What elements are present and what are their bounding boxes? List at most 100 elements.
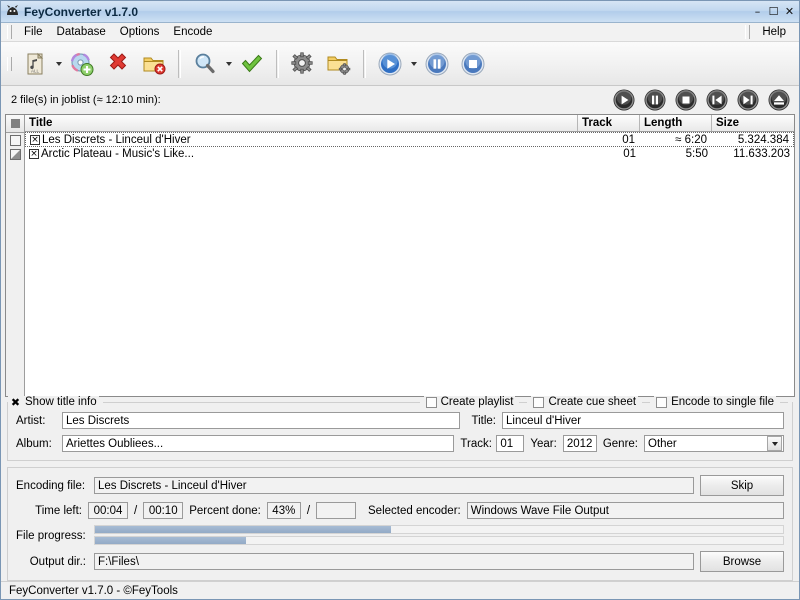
encode-button[interactable]: [372, 46, 408, 82]
selected-encoder-label: Selected encoder:: [368, 504, 461, 517]
file-progress-label: File progress:: [16, 530, 86, 542]
pause-encode-button[interactable]: [419, 46, 455, 82]
artist-title-row: Artist: Les Discrets Title: Linceul d'Hi…: [16, 412, 784, 429]
cell-length: 5:50: [685, 148, 708, 160]
track-field[interactable]: 01: [496, 435, 525, 452]
cell-title: × Arctic Plateau - Music's Like...: [25, 148, 578, 160]
add-files-button[interactable]: ALL: [17, 46, 53, 82]
cell-size: 5.324.384: [737, 133, 789, 146]
artist-field[interactable]: Les Discrets: [62, 412, 460, 429]
menu-item-file[interactable]: File: [17, 24, 50, 40]
toolbar-drag-grip[interactable]: [7, 56, 12, 71]
folder-settings-button[interactable]: [321, 46, 357, 82]
time-left-value: 00:04: [88, 502, 128, 519]
progress-info-row: Time left: 00:04 / 00:10 Percent done: 4…: [16, 502, 784, 519]
media-previous-button[interactable]: [703, 88, 731, 112]
row-checkbox-icon[interactable]: ×: [30, 134, 40, 145]
menu-item-database[interactable]: Database: [50, 24, 113, 40]
time-left-label: Time left:: [35, 504, 82, 517]
output-dir-field[interactable]: F:\Files\: [94, 553, 694, 570]
column-header-size[interactable]: Size: [712, 115, 794, 131]
row-title-text: Arctic Plateau - Music's Like...: [41, 148, 195, 160]
column-header-title[interactable]: Title: [25, 115, 578, 131]
help-menu-grip: [745, 25, 751, 39]
joblist-table[interactable]: Title Track Length Size × Les Discrets -…: [5, 114, 795, 397]
checkbox-icon: [425, 396, 437, 408]
show-title-info-checkbox[interactable]: ✖ Show title info: [8, 396, 99, 408]
add-files-dropdown[interactable]: [53, 47, 64, 81]
media-pause-button[interactable]: [641, 88, 669, 112]
table-row[interactable]: × Arctic Plateau - Music's Like... 01 5:…: [25, 147, 794, 161]
gutter-checkbox[interactable]: [6, 133, 24, 147]
output-dir-label: Output dir.:: [29, 555, 86, 568]
stop-encode-button[interactable]: [455, 46, 491, 82]
status-bar: FeyConverter v1.7.0 - ©FeyTools: [1, 581, 799, 599]
maximize-button[interactable]: ☐: [766, 5, 781, 19]
column-header-track[interactable]: Track: [578, 115, 640, 131]
genre-label: Genre:: [602, 437, 638, 450]
add-cd-button[interactable]: [64, 46, 100, 82]
table-row[interactable]: × Les Discrets - Linceul d'Hiver 01 ≈ 6:…: [25, 132, 794, 147]
gutter-checkbox-unchecked: [9, 134, 21, 146]
joblist-gutter: [6, 115, 25, 396]
main-toolbar: ALL: [1, 42, 799, 86]
encode-dropdown[interactable]: [408, 47, 419, 81]
percent-separator: /: [306, 504, 311, 517]
title-bar: FeyConverter v1.7.0 – ☐ ✕: [1, 1, 799, 23]
toolbar-separator: [276, 49, 279, 78]
title-info-legend: ✖ Show title info Create playlist Create…: [8, 394, 792, 410]
gutter-header[interactable]: [6, 115, 24, 133]
close-button[interactable]: ✕: [782, 5, 797, 19]
clear-list-button[interactable]: [136, 46, 172, 82]
cell-size: 11.633.203: [733, 148, 790, 160]
legend-divider: [102, 401, 420, 403]
column-header-length[interactable]: Length: [640, 115, 712, 131]
remove-button[interactable]: [100, 46, 136, 82]
browse-button[interactable]: Browse: [700, 551, 784, 572]
minimize-button[interactable]: –: [750, 5, 765, 19]
search-button[interactable]: [187, 46, 223, 82]
title-field[interactable]: Linceul d'Hiver: [502, 412, 784, 429]
joblist-main: Title Track Length Size × Les Discrets -…: [25, 115, 794, 396]
status-text: FeyConverter v1.7.0 - ©FeyTools: [9, 584, 178, 597]
album-field[interactable]: Ariettes Oubliees...: [62, 435, 455, 452]
create-playlist-checkbox[interactable]: Create playlist: [423, 396, 516, 408]
menu-item-help[interactable]: Help: [755, 24, 793, 40]
year-field[interactable]: 2012: [562, 435, 597, 452]
percent-total-value: [316, 502, 357, 519]
menu-item-options[interactable]: Options: [113, 24, 167, 40]
joblist-rows: × Les Discrets - Linceul d'Hiver 01 ≈ 6:…: [25, 132, 794, 396]
media-stop-button[interactable]: [672, 88, 700, 112]
menu-item-encode[interactable]: Encode: [166, 24, 219, 40]
create-playlist-label: Create playlist: [440, 396, 514, 408]
legend-divider: [519, 401, 528, 403]
settings-button[interactable]: [285, 46, 321, 82]
media-next-button[interactable]: [734, 88, 762, 112]
media-controls: [610, 88, 795, 112]
menu-drag-grip[interactable]: [7, 25, 12, 39]
file-progress-bar: [94, 525, 784, 534]
time-total-value: 00:10: [143, 502, 184, 519]
search-dropdown[interactable]: [223, 47, 234, 81]
cell-length: ≈ 6:20: [675, 133, 707, 146]
skip-button[interactable]: Skip: [700, 475, 784, 496]
gutter-checkbox[interactable]: [6, 147, 24, 161]
apply-button[interactable]: [234, 46, 270, 82]
media-play-button[interactable]: [610, 88, 638, 112]
row-checkbox-icon[interactable]: ×: [29, 149, 39, 159]
legend-divider: [780, 401, 788, 403]
checked-mark-icon: ✖: [10, 395, 21, 409]
joblist-section: 2 file(s) in joblist (≈ 12:10 min): Titl…: [1, 86, 799, 397]
create-cue-sheet-checkbox[interactable]: Create cue sheet: [531, 396, 639, 408]
artist-label: Artist:: [16, 414, 46, 427]
genre-select[interactable]: Other: [644, 435, 784, 452]
media-eject-button[interactable]: [765, 88, 793, 112]
cell-track: 01: [623, 148, 636, 160]
title-info-panel: ✖ Show title info Create playlist Create…: [7, 396, 793, 461]
application-window: FeyConverter v1.7.0 – ☐ ✕ File Database …: [0, 0, 800, 600]
encode-single-file-label: Encode to single file: [671, 396, 774, 408]
title-label: Title:: [471, 414, 497, 427]
encode-single-file-checkbox[interactable]: Encode to single file: [654, 396, 776, 408]
row-title-text: Les Discrets - Linceul d'Hiver: [42, 133, 191, 146]
chevron-down-icon[interactable]: [767, 436, 782, 451]
